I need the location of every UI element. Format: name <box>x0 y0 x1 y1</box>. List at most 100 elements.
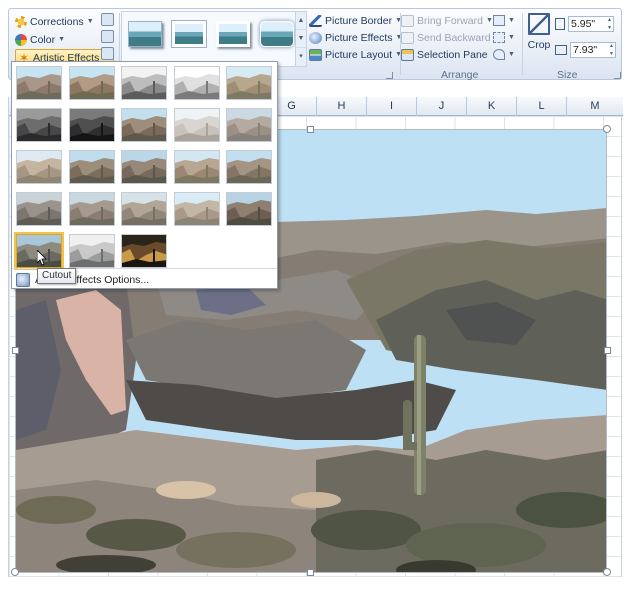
picture-style-4[interactable] <box>260 21 294 47</box>
width-input[interactable]: 7.93" <box>570 42 616 58</box>
effect-preview <box>17 109 61 141</box>
picture-border-button[interactable]: Picture Border ▼ <box>309 12 402 29</box>
reset-picture-icon[interactable] <box>101 47 114 60</box>
effect-preview <box>69 109 114 141</box>
resize-handle-bottom[interactable] <box>307 569 314 576</box>
column-header-h[interactable]: H <box>317 97 367 116</box>
corrections-button[interactable]: Corrections ▼ <box>15 13 94 30</box>
pencil-icon <box>309 14 322 27</box>
picture-style-1[interactable] <box>128 21 162 47</box>
effect-plastic-wrap[interactable] <box>226 192 272 226</box>
mouse-pointer-icon <box>37 250 47 266</box>
resize-handle-right[interactable] <box>604 347 611 354</box>
adjust-side-icons <box>101 13 117 64</box>
effect-texturizer[interactable] <box>68 192 115 226</box>
column-header-m[interactable]: M <box>567 97 623 116</box>
picture-commands: Picture Border ▼ Picture Effects ▼ Picture… <box>309 12 402 63</box>
picture-effects-label: Picture Effects <box>325 31 393 44</box>
width-icon <box>555 45 567 55</box>
effect-film-grain[interactable] <box>121 150 167 184</box>
cutout-tooltip: Cutout <box>37 268 77 284</box>
resize-handle-bottom-right[interactable] <box>603 568 611 576</box>
effect-watercolor-sponge[interactable] <box>68 150 115 184</box>
picture-style-3[interactable] <box>216 21 250 47</box>
arrange-group-label: Arrange <box>441 69 479 81</box>
effect-paint-brush[interactable] <box>121 108 167 142</box>
bring-forward-icon <box>401 14 414 27</box>
effect-preview <box>122 151 166 183</box>
align-button[interactable]: ▼ <box>493 12 521 29</box>
effect-preview <box>174 109 219 141</box>
column-header-l[interactable]: L <box>517 97 567 116</box>
change-picture-icon[interactable] <box>101 30 114 43</box>
effect-line-drawing[interactable] <box>226 66 272 100</box>
color-label: Color <box>30 33 56 46</box>
crop-icon <box>528 13 550 35</box>
picture-styles-launcher-icon[interactable] <box>386 72 393 79</box>
picture-layout-button[interactable]: Picture Layout ▼ <box>309 46 402 63</box>
height-icon <box>555 18 565 30</box>
height-row: 5.95" <box>555 15 614 33</box>
color-button[interactable]: Color ▼ <box>15 31 65 48</box>
gallery-up-icon[interactable]: ▲ <box>296 12 306 30</box>
crop-button[interactable]: Crop <box>527 13 551 51</box>
effect-crisscross-etching[interactable] <box>121 192 167 226</box>
effect-preview <box>227 109 271 141</box>
effects-options-icon <box>16 273 30 287</box>
effect-pencil-sketch[interactable] <box>173 66 220 100</box>
artistic-effects-gallery: Artistic Effects Options... <box>11 61 278 289</box>
picture-layout-label: Picture Layout <box>325 48 393 61</box>
resize-handle-top-right[interactable] <box>603 125 611 133</box>
effect-preview <box>174 193 219 225</box>
picture-border-label: Picture Border <box>325 14 393 27</box>
arrange-tools: ▼ ▼ ▼ <box>493 12 521 63</box>
column-header-k[interactable]: K <box>467 97 517 116</box>
effect-pencil-grayscale[interactable] <box>121 66 167 100</box>
chevron-down-icon: ▼ <box>58 36 66 43</box>
picture-effects-button[interactable]: Picture Effects ▼ <box>309 29 402 46</box>
selection-pane-icon <box>401 48 414 61</box>
effect-glass[interactable] <box>226 150 272 184</box>
resize-handle-bottom-left[interactable] <box>11 568 19 576</box>
picture-effects-icon <box>309 31 322 44</box>
group-button[interactable]: ▼ <box>493 29 521 46</box>
gallery-down-icon[interactable]: ▼ <box>296 30 306 48</box>
effect-pastels-smooth[interactable] <box>173 192 220 226</box>
send-backward-icon <box>401 31 414 44</box>
effect-photocopy[interactable] <box>68 234 115 268</box>
effect-blur[interactable] <box>226 108 272 142</box>
chevron-down-icon: ▼ <box>508 34 515 41</box>
compress-pictures-icon[interactable] <box>101 13 114 26</box>
effect-cement[interactable] <box>16 192 62 226</box>
effect-chalk-sketch[interactable] <box>16 108 62 142</box>
effect-paint-strokes[interactable] <box>68 108 115 142</box>
picture-styles-gallery: ▲ ▼ ▾ <box>121 11 307 67</box>
artistic-effects-options-button[interactable]: Artistic Effects Options... <box>16 272 149 288</box>
column-header-j[interactable]: J <box>417 97 467 116</box>
column-header-i[interactable]: I <box>367 97 417 116</box>
effect-preview <box>17 67 61 99</box>
effect-glow-edges[interactable] <box>121 234 167 268</box>
picture-style-2[interactable] <box>172 21 206 47</box>
group-icon <box>493 32 505 43</box>
effect-glow-diffused[interactable] <box>173 108 220 142</box>
send-backward-label: Send Backward <box>417 31 491 44</box>
resize-handle-left[interactable] <box>12 347 19 354</box>
size-group: Crop 5.95" 7.93" <box>523 11 621 67</box>
height-input[interactable]: 5.95" <box>568 16 614 32</box>
effect-light-screen[interactable] <box>16 150 62 184</box>
effect-preview <box>227 151 271 183</box>
resize-handle-top[interactable] <box>307 126 314 133</box>
gallery-more-icon[interactable]: ▾ <box>296 48 306 66</box>
rotate-button[interactable]: ▼ <box>493 46 521 63</box>
effect-preview <box>17 151 61 183</box>
effect-none[interactable] <box>16 66 62 100</box>
size-launcher-icon[interactable] <box>614 72 621 79</box>
effect-preview <box>69 193 114 225</box>
chevron-down-icon: ▼ <box>508 17 515 24</box>
effect-preview <box>122 235 166 267</box>
effect-marker[interactable] <box>68 66 115 100</box>
gallery-scroll[interactable]: ▲ ▼ ▾ <box>295 12 306 66</box>
effect-preview <box>17 193 61 225</box>
effect-mosaic-bubbles[interactable] <box>173 150 220 184</box>
